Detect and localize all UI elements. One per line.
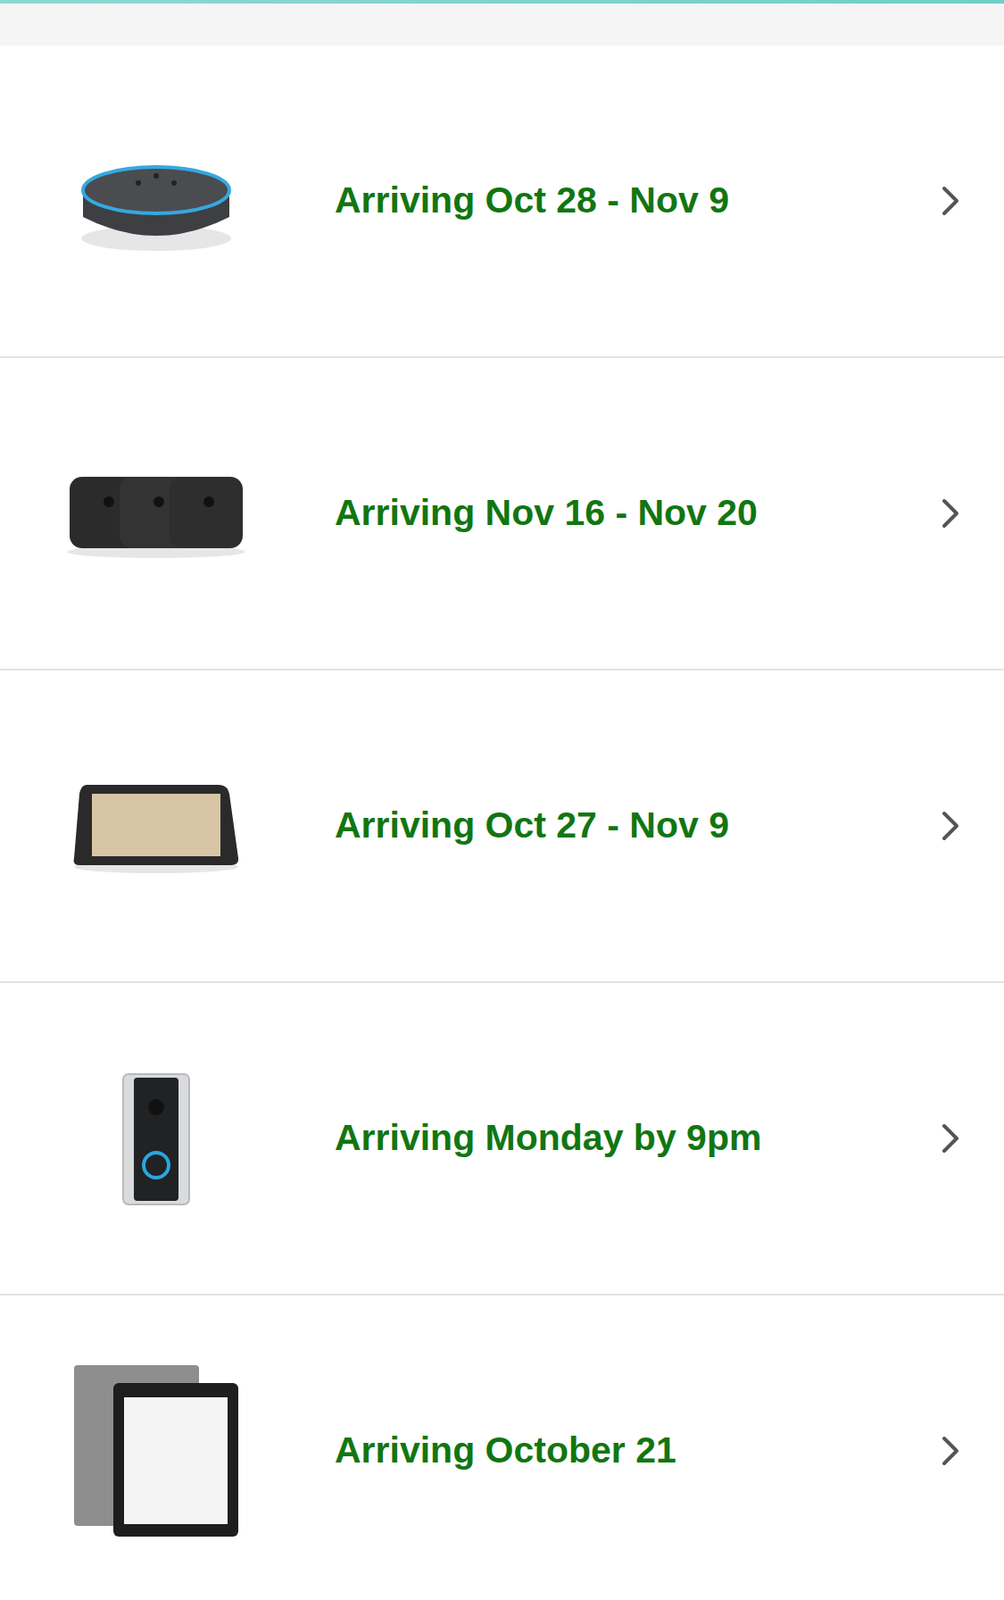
delivery-status[interactable]: Arriving Nov 16 - Nov 20 xyxy=(334,483,933,542)
chevron-right-icon[interactable] xyxy=(932,495,969,532)
product-image[interactable] xyxy=(62,771,250,880)
order-row[interactable]: Arriving Oct 28 - Nov 9 xyxy=(0,45,1004,358)
chevron-right-icon[interactable] xyxy=(932,182,969,219)
product-image[interactable] xyxy=(62,1066,250,1210)
product-image[interactable] xyxy=(62,138,250,264)
product-image[interactable] xyxy=(62,464,250,563)
delivery-status[interactable]: Arriving Oct 27 - Nov 9 xyxy=(334,796,933,855)
order-row[interactable]: Arriving Oct 27 - Nov 9 xyxy=(0,670,1004,983)
order-row[interactable]: Arriving Nov 16 - Nov 20 xyxy=(0,357,1004,671)
delivery-status[interactable]: Arriving October 21 xyxy=(334,1420,933,1479)
product-image[interactable] xyxy=(62,1360,250,1540)
chevron-right-icon[interactable] xyxy=(932,807,969,844)
order-row[interactable]: Arriving October 21 xyxy=(0,1294,1004,1600)
chevron-right-icon[interactable] xyxy=(932,1432,969,1469)
header-strip xyxy=(0,3,1004,46)
order-row[interactable]: Arriving Monday by 9pm xyxy=(0,982,1004,1295)
delivery-status[interactable]: Arriving Oct 28 - Nov 9 xyxy=(334,171,933,230)
chevron-right-icon[interactable] xyxy=(932,1120,969,1156)
delivery-status[interactable]: Arriving Monday by 9pm xyxy=(334,1108,933,1167)
order-list: Arriving Oct 28 - Nov 9 Arriving Nov 16 -… xyxy=(0,45,1004,1600)
